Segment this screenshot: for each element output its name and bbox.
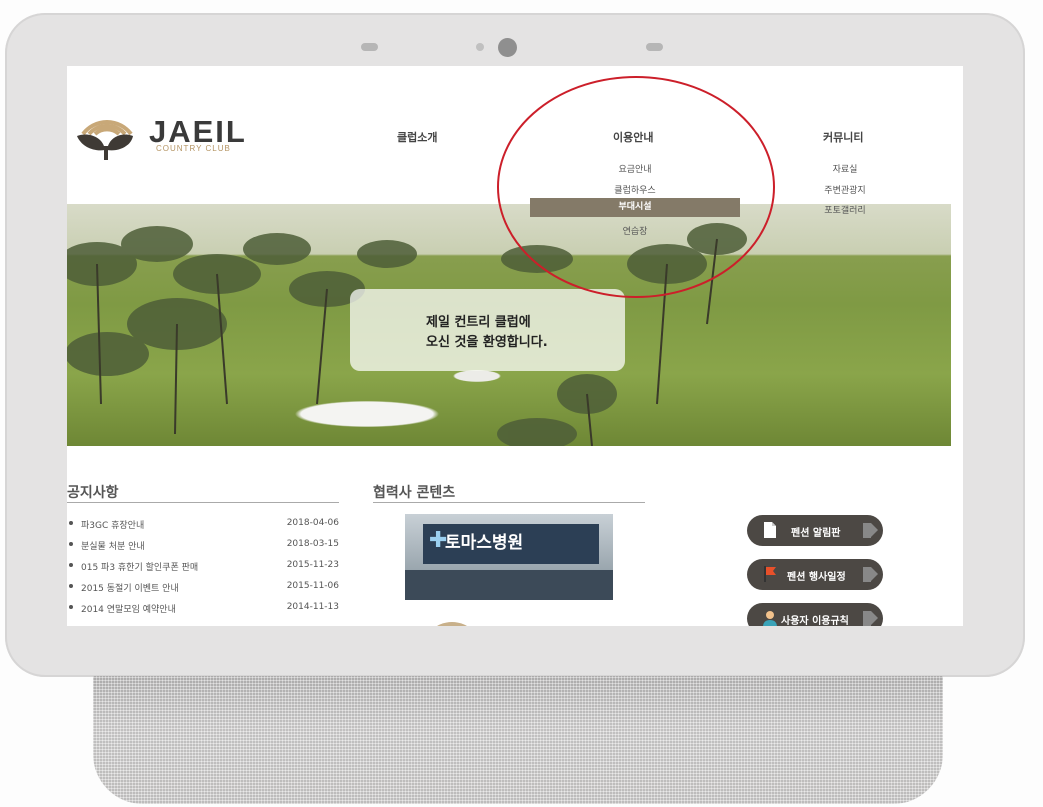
microphone-dot: [476, 43, 484, 51]
pension-board-button[interactable]: 펜션 알림판: [747, 515, 883, 546]
submenu-archive[interactable]: 자료실: [797, 162, 893, 175]
welcome-line-1: 제일 컨트리 클럽에: [426, 315, 531, 330]
notice-item-date: 2018-04-06: [286, 518, 339, 528]
partner-logo-icon[interactable]: [422, 622, 482, 626]
partner-title[interactable]: 협력사 콘텐츠: [373, 482, 455, 502]
user-rules-button[interactable]: 사용자 이용규칙: [747, 603, 883, 626]
flag-icon: [764, 566, 776, 582]
bullet-icon: [69, 542, 73, 546]
notice-divider: [67, 502, 339, 503]
notice-item-date: 2014-11-13: [286, 602, 339, 612]
notice-title[interactable]: 공지사항: [67, 482, 119, 502]
pension-board-label: 펜션 알림판: [791, 528, 841, 539]
arrow-right-icon: [863, 523, 878, 538]
user-icon: [763, 611, 777, 626]
bullet-icon: [69, 605, 73, 609]
nav-club[interactable]: 클럽소개: [397, 129, 437, 145]
partner-image[interactable]: ✚ 토마스병원: [405, 514, 613, 600]
annotation-ellipse: [497, 76, 775, 298]
submenu-photo-gallery[interactable]: 포토갤러리: [797, 203, 893, 216]
nav-community[interactable]: 커뮤니티: [823, 129, 863, 145]
notice-item-title[interactable]: 파3GC 휴장안내: [81, 518, 144, 531]
arrow-right-icon: [863, 611, 878, 626]
camera-icon: [498, 38, 517, 57]
logo-subtitle: COUNTRY CLUB: [156, 144, 231, 153]
welcome-box: 제일 컨트리 클럽에 오신 것을 환영합니다.: [350, 289, 625, 371]
pension-schedule-label: 펜션 행사일정: [787, 572, 846, 583]
left-sensor: [361, 43, 378, 51]
notice-item-title[interactable]: 분실물 처분 안내: [81, 539, 145, 552]
right-sensor: [646, 43, 663, 51]
partner-sign-text: 토마스병원: [445, 533, 524, 553]
arrow-right-icon: [863, 567, 878, 582]
notice-item-title[interactable]: 2014 연말모임 예약안내: [81, 602, 176, 615]
bullet-icon: [69, 521, 73, 525]
bullet-icon: [69, 563, 73, 567]
submenu-tourism[interactable]: 주변관광지: [797, 183, 893, 196]
notice-item-date: 2018-03-15: [286, 539, 339, 549]
pension-schedule-button[interactable]: 펜션 행사일정: [747, 559, 883, 590]
speaker-base: [93, 676, 943, 804]
welcome-line-2: 오신 것을 환영합니다.: [426, 335, 548, 350]
user-rules-label: 사용자 이용규칙: [781, 616, 849, 626]
partner-divider: [373, 502, 645, 503]
notice-item-date: 2015-11-06: [286, 581, 339, 591]
notice-item-title[interactable]: 2015 동절기 이벤트 안내: [81, 581, 179, 594]
notice-item-date: 2015-11-23: [286, 560, 339, 570]
bullet-icon: [69, 584, 73, 588]
document-icon: [764, 522, 776, 538]
notice-item-title[interactable]: 015 파3 휴한기 할인쿠폰 판매: [81, 560, 198, 573]
